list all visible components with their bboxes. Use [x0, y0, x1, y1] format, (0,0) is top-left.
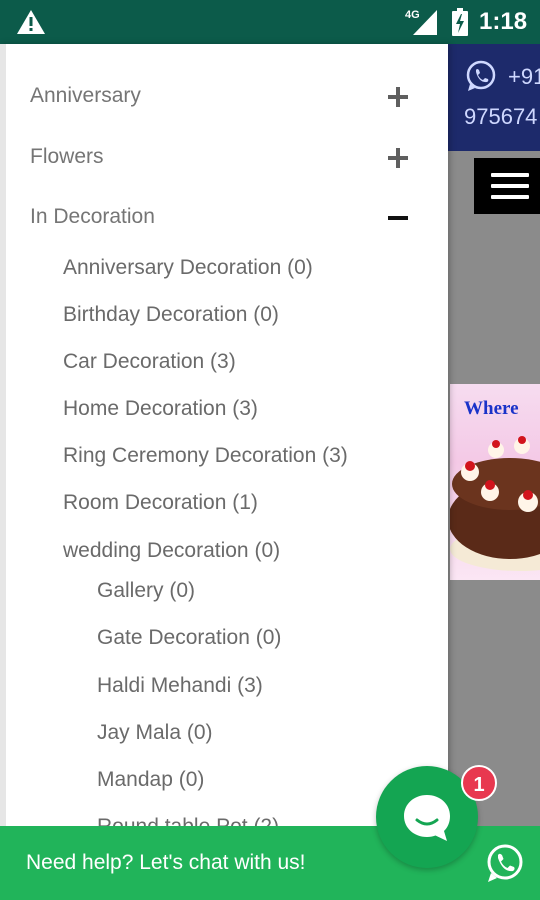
subcategory-anniversary-decoration[interactable]: Anniversary Decoration (0) [63, 256, 313, 280]
cake-image [450, 436, 540, 571]
clock: 1:18 [479, 8, 528, 35]
wedding-item-round-table-pot[interactable]: Round table Pot (2) [97, 815, 279, 826]
category-anniversary[interactable]: Anniversary [30, 84, 141, 108]
wedding-item-gate-decoration[interactable]: Gate Decoration (0) [97, 626, 281, 650]
subcategory-car-decoration[interactable]: Car Decoration (3) [63, 350, 236, 374]
subcategory-wedding-decoration[interactable]: wedding Decoration (0) [63, 539, 280, 563]
category-in-decoration[interactable]: In Decoration [30, 205, 155, 229]
subcategory-ring-ceremony-decoration[interactable]: Ring Ceremony Decoration (3) [63, 444, 348, 468]
wedding-item-haldi-mehandi[interactable]: Haldi Mehandi (3) [97, 674, 263, 698]
category-flowers[interactable]: Flowers [30, 145, 104, 169]
status-bar: 4G 1:18 [0, 0, 540, 44]
warning-icon [17, 10, 45, 34]
notification-badge: 1 [461, 765, 497, 801]
wedding-item-mandap[interactable]: Mandap (0) [97, 768, 204, 792]
minus-icon[interactable] [386, 206, 410, 230]
wedding-item-jay-mala[interactable]: Jay Mala (0) [97, 721, 213, 745]
phone-number-line1[interactable]: +91 [508, 64, 540, 90]
promo-banner[interactable]: Where [450, 384, 540, 580]
whatsapp-icon [466, 60, 496, 91]
whatsapp-icon[interactable] [484, 842, 526, 884]
battery-charging-icon [452, 8, 468, 36]
subcategory-home-decoration[interactable]: Home Decoration (3) [63, 397, 258, 421]
plus-icon[interactable] [386, 85, 410, 109]
plus-icon[interactable] [386, 146, 410, 170]
navigation-drawer: Anniversary Flowers In Decoration Annive… [0, 44, 448, 826]
wedding-item-gallery[interactable]: Gallery (0) [97, 579, 195, 603]
contact-bar: +91 975674 [448, 44, 540, 151]
chat-bubble-icon [404, 795, 450, 841]
signal-icon: 4G [405, 8, 439, 36]
drawer-edge [0, 44, 6, 826]
subcategory-room-decoration[interactable]: Room Decoration (1) [63, 491, 258, 515]
phone-number-line2[interactable]: 975674 [464, 104, 537, 130]
subcategory-birthday-decoration[interactable]: Birthday Decoration (0) [63, 303, 279, 327]
chat-help-text[interactable]: Need help? Let's chat with us! [26, 851, 306, 875]
hamburger-menu-button[interactable] [474, 158, 540, 214]
background-page: +91 975674 Where [448, 44, 540, 900]
